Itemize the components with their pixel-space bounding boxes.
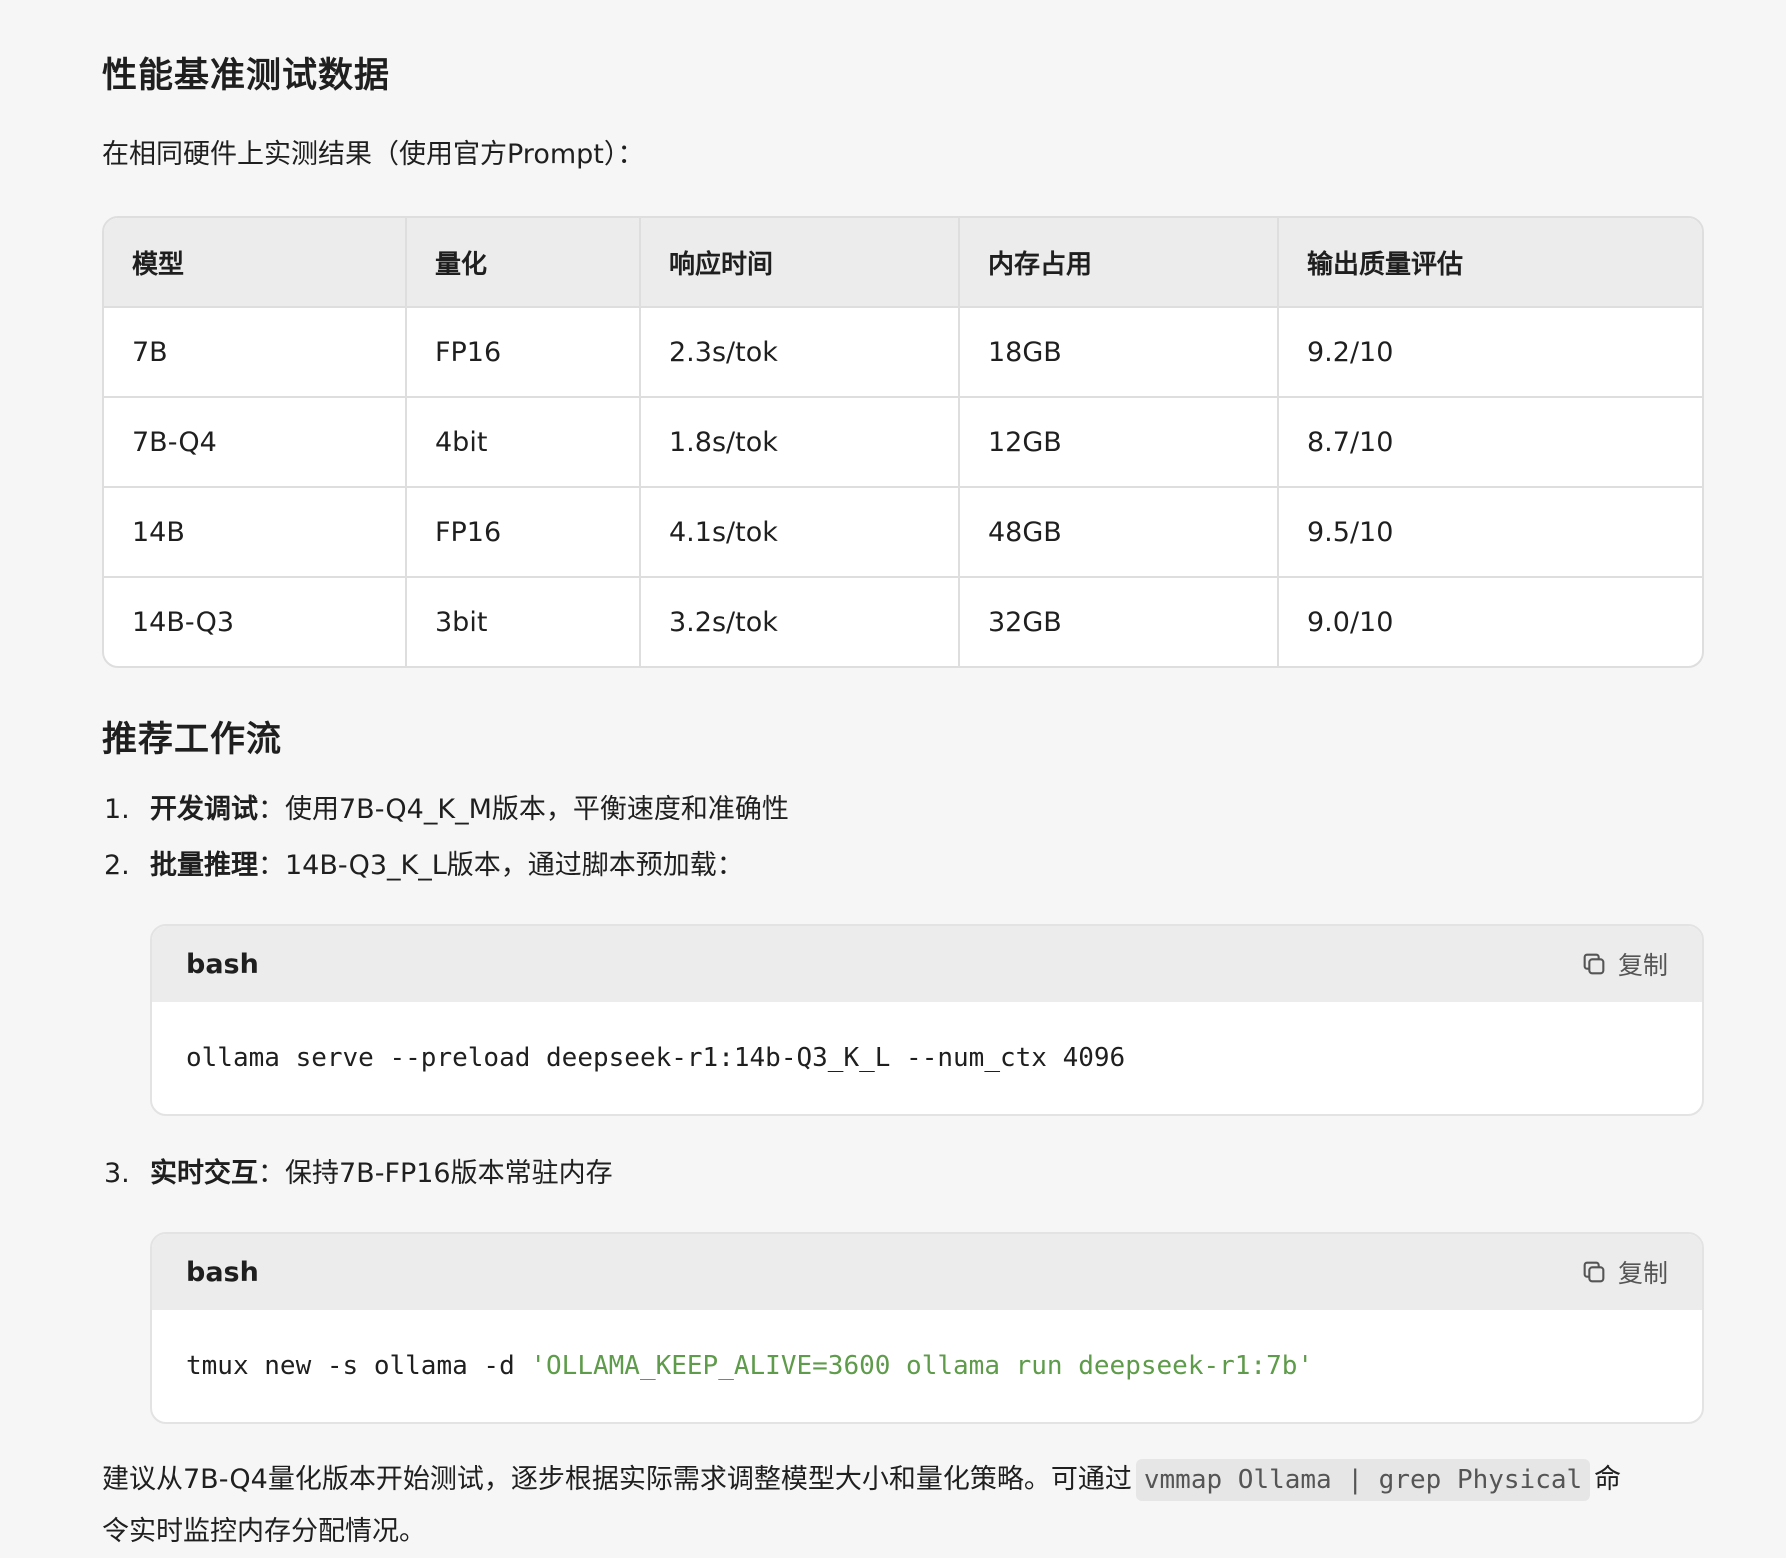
step-title: 批量推理 — [150, 850, 258, 881]
table-cell: 32GB — [959, 577, 1279, 666]
column-header-memory: 内存占用 — [959, 218, 1279, 308]
table-cell: 7B — [104, 307, 407, 398]
code-block: bash 复制 tmux new -s ollama -d 'OLLAMA_KE… — [150, 1232, 1704, 1424]
section-title-benchmark: 性能基准测试数据 — [102, 56, 391, 96]
code-block: bash 复制 ollama serve --preload deepseek-… — [150, 924, 1704, 1116]
step-title: 开发调试 — [150, 794, 258, 825]
footer-text-before: 建议从7B-Q4量化版本开始测试，逐步根据实际需求调整模型大小和量化策略。可通过 — [102, 1464, 1132, 1495]
list-item: 3. 实时交互：保持7B-FP16版本常驻内存 — [102, 1146, 1700, 1202]
table-cell: 8.7/10 — [1278, 397, 1702, 488]
step-text: ：使用7B-Q4_K_M版本，平衡速度和准确性 — [258, 794, 789, 825]
column-header-quantization: 量化 — [406, 218, 641, 308]
workflow-list: 1. 开发调试：使用7B-Q4_K_M版本，平衡速度和准确性 2. 批量推理：1… — [102, 782, 1700, 894]
list-number: 2. — [104, 850, 130, 881]
list-number: 1. — [104, 794, 130, 825]
code-block-header: bash 复制 — [152, 1234, 1702, 1310]
table-cell: 3bit — [406, 577, 641, 666]
table-cell: 2.3s/tok — [640, 307, 960, 398]
table-row: 14B FP16 4.1s/tok 48GB 9.5/10 — [104, 487, 1702, 578]
table-cell: 14B-Q3 — [104, 577, 407, 666]
table-cell: 3.2s/tok — [640, 577, 960, 666]
step-text: ：保持7B-FP16版本常驻内存 — [258, 1158, 613, 1189]
table-cell: 1.8s/tok — [640, 397, 960, 488]
list-item: 2. 批量推理：14B-Q3_K_L版本，通过脚本预加载： — [102, 838, 1700, 894]
table-cell: 9.5/10 — [1278, 487, 1702, 578]
list-number: 3. — [104, 1158, 130, 1189]
table-cell: 12GB — [959, 397, 1279, 488]
table-row: 7B-Q4 4bit 1.8s/tok 12GB 8.7/10 — [104, 397, 1702, 488]
copy-button-label: 复制 — [1617, 1259, 1668, 1288]
code-language-label: bash — [186, 1256, 259, 1288]
code-content: ollama serve --preload deepseek-r1:14b-Q… — [152, 1002, 1702, 1114]
table-cell: 9.2/10 — [1278, 307, 1702, 398]
copy-button[interactable]: 复制 — [1580, 1254, 1668, 1290]
table-cell: 7B-Q4 — [104, 397, 407, 488]
table-row: 7B FP16 2.3s/tok 18GB 9.2/10 — [104, 307, 1702, 398]
code-text: ollama serve --preload deepseek-r1:14b-Q… — [186, 1043, 1126, 1073]
step-text: ：14B-Q3_K_L版本，通过脚本预加载： — [258, 850, 744, 881]
copy-icon — [1580, 950, 1608, 978]
code-text: tmux new -s ollama -d — [186, 1351, 531, 1381]
table-cell: 48GB — [959, 487, 1279, 578]
table-cell: FP16 — [406, 307, 641, 398]
footer-paragraph: 建议从7B-Q4量化版本开始测试，逐步根据实际需求调整模型大小和量化策略。可通过… — [102, 1454, 1642, 1558]
benchmark-table: 模型 量化 响应时间 内存占用 输出质量评估 7B FP16 2.3s/tok … — [102, 216, 1704, 668]
table-cell: 4.1s/tok — [640, 487, 960, 578]
table-cell: 9.0/10 — [1307, 606, 1394, 638]
section-title-workflow: 推荐工作流 — [102, 720, 283, 760]
copy-button-label: 复制 — [1617, 951, 1668, 980]
code-string: 'OLLAMA_KEEP_ALIVE=3600 ollama run deeps… — [530, 1351, 1314, 1381]
table-row: 14B-Q3 3bit 3.2s/tok 32GB 9.0/10 — [104, 577, 1702, 666]
table-cell: 18GB — [959, 307, 1279, 398]
column-header-model: 模型 — [104, 218, 407, 308]
column-header-response-time: 响应时间 — [640, 218, 960, 308]
list-item: 1. 开发调试：使用7B-Q4_K_M版本，平衡速度和准确性 — [102, 782, 1700, 838]
code-block-header: bash 复制 — [152, 926, 1702, 1002]
content-page: 性能基准测试数据 在相同硬件上实测结果（使用官方Prompt）： 模型 量化 响… — [102, 40, 1704, 1558]
code-language-label: bash — [186, 948, 259, 980]
table-header-row: 模型 量化 响应时间 内存占用 输出质量评估 — [104, 218, 1702, 308]
table-cell: 4bit — [406, 397, 641, 488]
copy-icon — [1580, 1258, 1608, 1286]
inline-code: vmmap Ollama | grep Physical — [1135, 1459, 1591, 1501]
benchmark-intro: 在相同硬件上实测结果（使用官方Prompt）： — [102, 139, 645, 170]
copy-button[interactable]: 复制 — [1580, 946, 1668, 982]
code-content: tmux new -s ollama -d 'OLLAMA_KEEP_ALIVE… — [152, 1310, 1702, 1422]
table-cell: 14B — [104, 487, 407, 578]
step-title: 实时交互 — [150, 1158, 258, 1189]
workflow-list-continued: 3. 实时交互：保持7B-FP16版本常驻内存 — [102, 1146, 1700, 1202]
table-cell: FP16 — [406, 487, 641, 578]
column-header-quality: 输出质量评估 — [1278, 218, 1702, 308]
